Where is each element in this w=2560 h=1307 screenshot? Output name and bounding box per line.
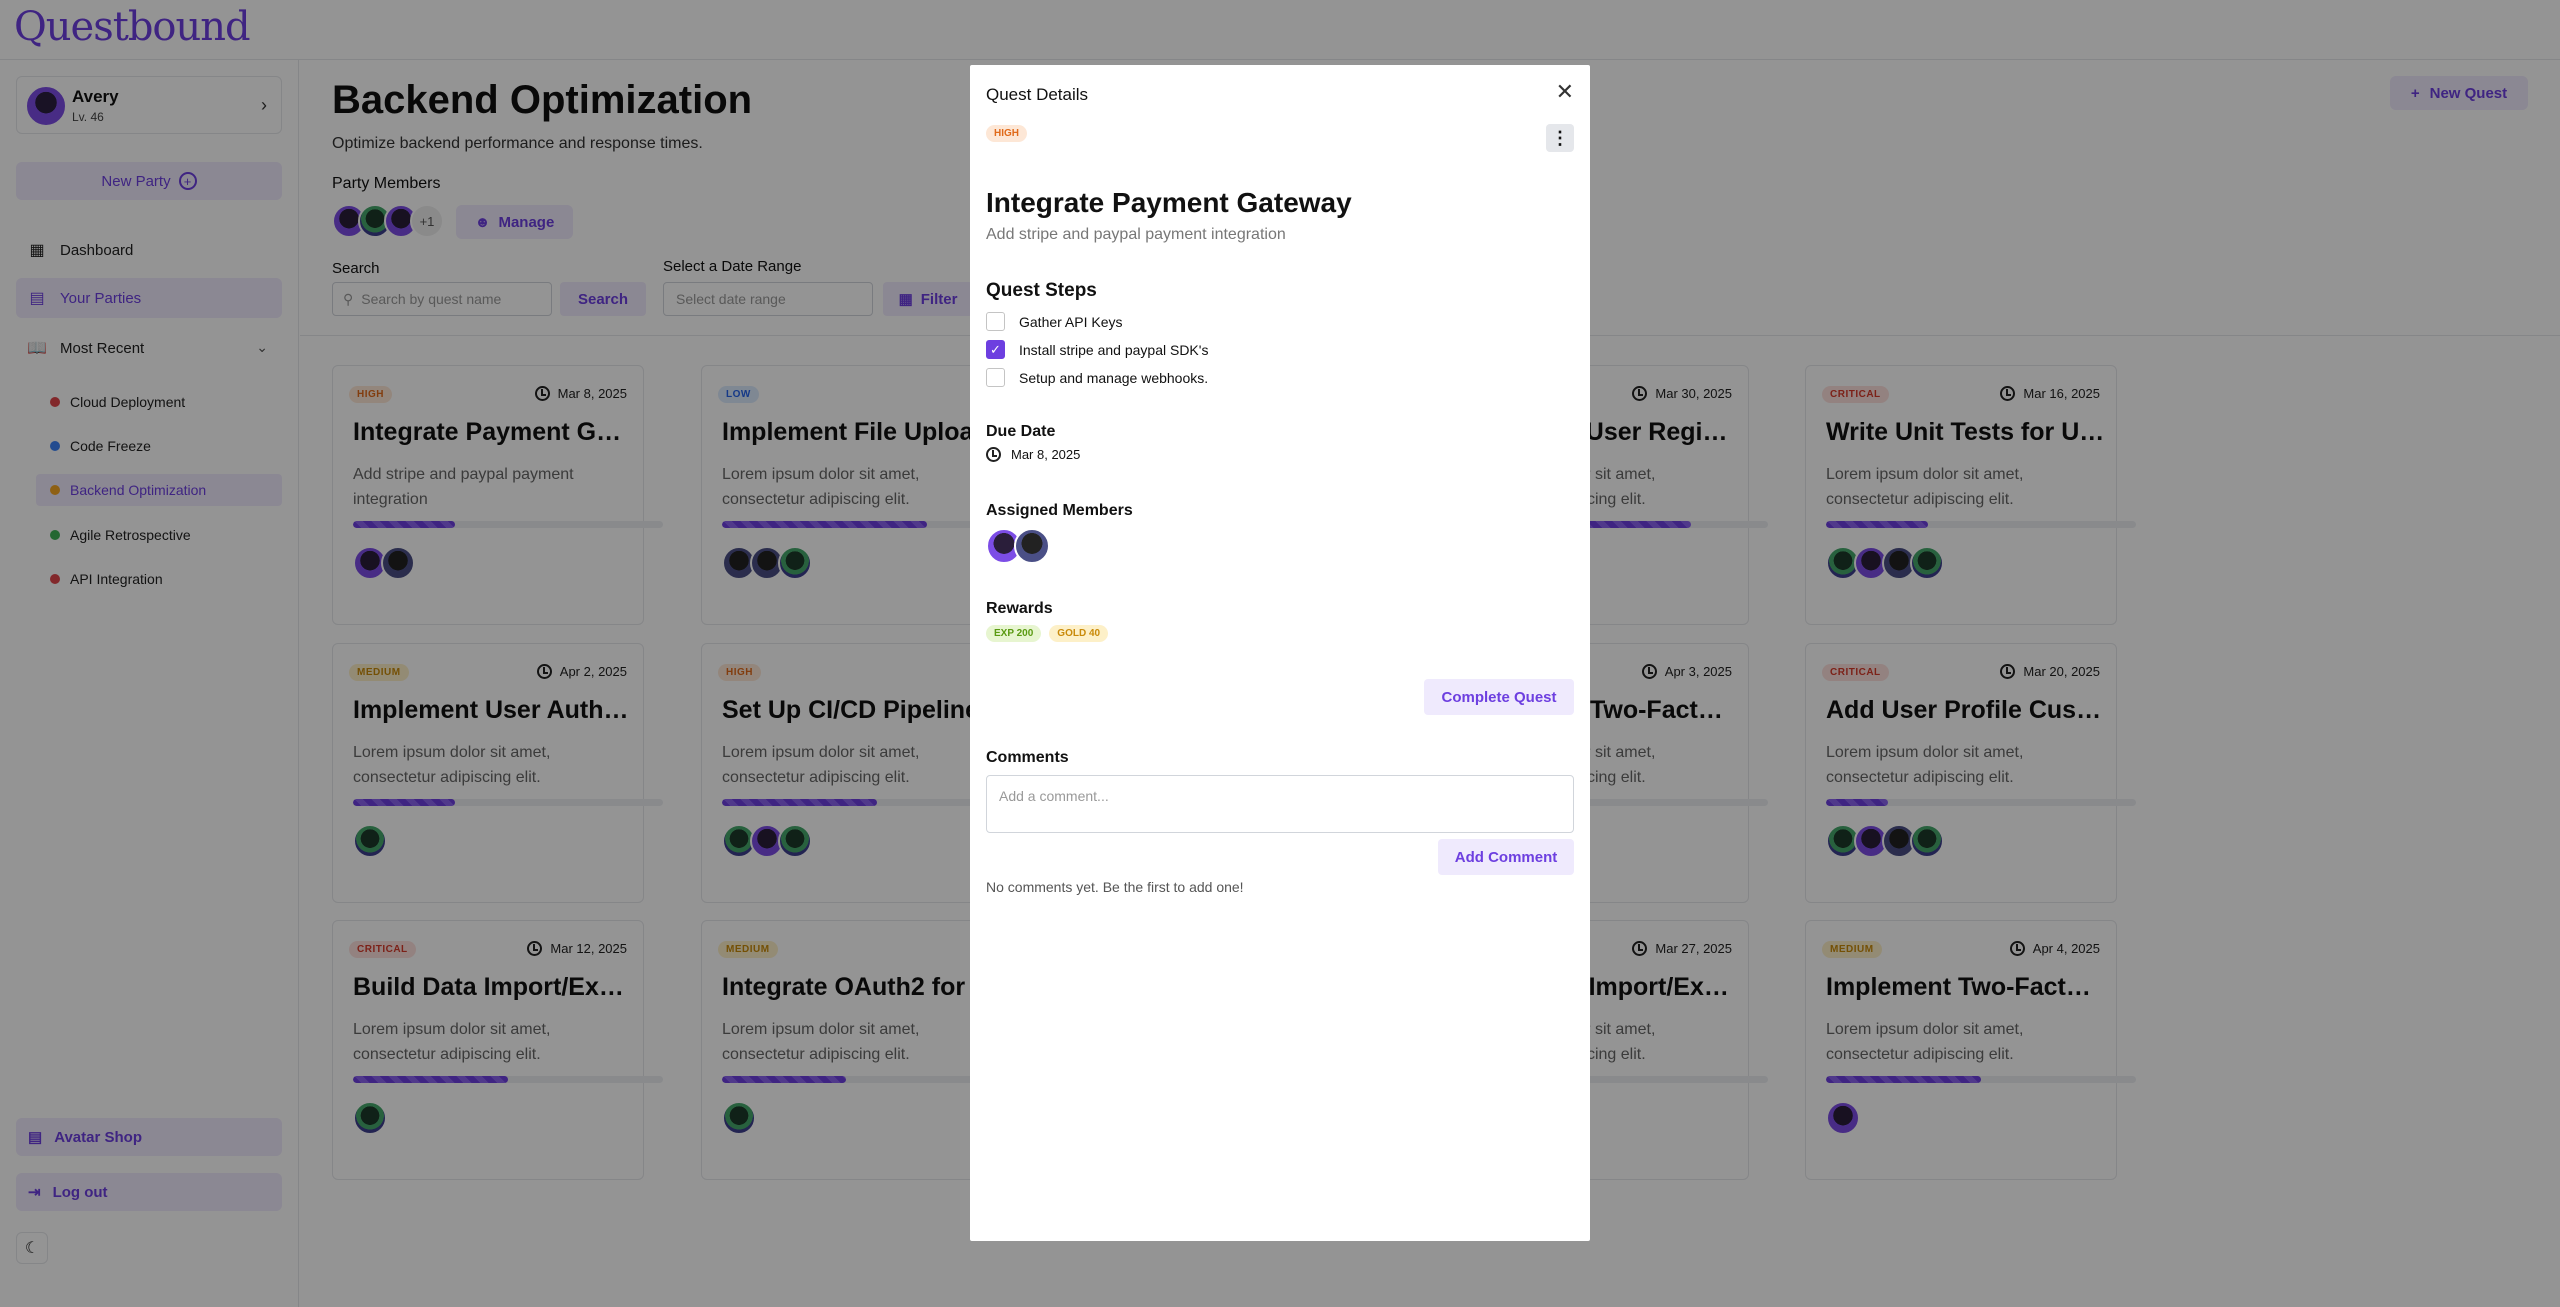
due-date-value: Mar 8, 2025 [1011,447,1081,462]
due-date-heading: Due Date [986,423,1056,440]
priority-badge: HIGH [986,125,1027,142]
add-comment-button[interactable]: Add Comment [1438,839,1574,875]
step-label: Gather API Keys [1019,313,1123,330]
quest-step[interactable]: Gather API Keys [986,312,1123,331]
quest-title: Integrate Payment Gateway [986,187,1352,218]
step-label: Install stripe and paypal SDK's [1019,341,1209,358]
step-checkbox[interactable] [986,312,1005,331]
due-date: Mar 8, 2025 [986,447,1080,462]
comment-input[interactable]: Add a comment... [986,775,1574,833]
rewards: EXP 200 GOLD 40 [986,625,1109,642]
no-comments-text: No comments yet. Be the first to add one… [986,879,1244,895]
assigned-member-avatars [986,528,1050,564]
step-checkbox[interactable]: ✓ [986,340,1005,359]
quest-description: Add stripe and paypal payment integratio… [986,226,1286,243]
complete-quest-button[interactable]: Complete Quest [1424,679,1574,715]
quest-step[interactable]: Setup and manage webhooks. [986,368,1208,387]
gold-reward-badge: GOLD 40 [1049,625,1109,642]
comment-placeholder: Add a comment... [999,788,1109,804]
exp-reward-badge: EXP 200 [986,625,1042,642]
step-checkbox[interactable] [986,368,1005,387]
modal-header: Quest Details [986,85,1089,104]
assigned-members-heading: Assigned Members [986,502,1133,519]
clock-icon [986,447,1001,462]
quest-step[interactable]: ✓ Install stripe and paypal SDK's [986,340,1208,359]
step-label: Setup and manage webhooks. [1019,369,1209,386]
quest-details-modal: Quest Details ✕ HIGH ⋮ Integrate Payment… [970,65,1590,1241]
rewards-heading: Rewards [986,600,1053,617]
close-icon[interactable]: ✕ [1556,79,1574,105]
avatar[interactable] [1014,528,1050,564]
quest-steps-heading: Quest Steps [986,280,1097,301]
more-options-icon[interactable]: ⋮ [1546,124,1574,152]
comments-heading: Comments [986,749,1069,766]
